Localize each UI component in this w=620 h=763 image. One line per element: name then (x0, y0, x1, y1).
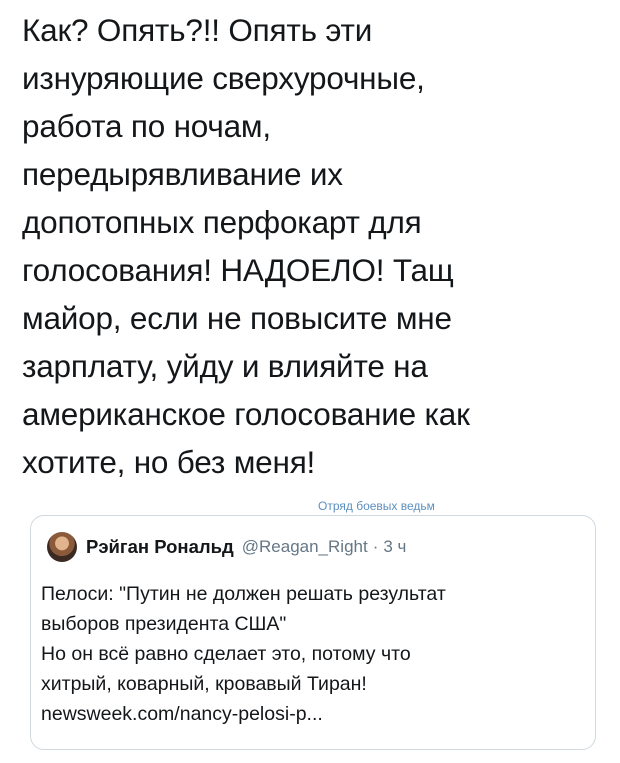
tweet-text-line: допотопных перфокарт для (22, 204, 422, 240)
tweet-text-line: голосования! НАДОЕЛО! Тащ (22, 252, 454, 288)
quoted-tweet-author-row: Рэйган Рональд @Reagan_Right · 3 ч (47, 532, 406, 562)
quoted-tweet-line: хитрый, коварный, кровавый Тиран! (41, 673, 367, 695)
quoted-tweet-line: Но он всё равно сделает это, потому что (41, 643, 411, 665)
tweet-text-line: зарплату, уйду и влияйте на (22, 348, 428, 384)
quoted-tweet-card[interactable]: Рэйган Рональд @Reagan_Right · 3 ч Пелос… (30, 515, 596, 750)
tweet-text-line: передырявливание их (22, 156, 343, 192)
watermark: Отряд боевых ведьм (318, 499, 435, 513)
quoted-tweet-text: Пелоси: "Путин не должен решать результа… (41, 579, 589, 729)
quoted-tweet-link[interactable]: newsweek.com/nancy-pelosi-p... (41, 699, 589, 729)
tweet-text-line: майор, если не повысите мне (22, 300, 452, 336)
avatar[interactable] (47, 532, 77, 562)
author-handle[interactable]: @Reagan_Right (242, 537, 368, 557)
tweet-timestamp[interactable]: 3 ч (383, 537, 406, 557)
author-name[interactable]: Рэйган Рональд (86, 536, 234, 558)
tweet-text-line: изнуряющие сверхурочные, (22, 60, 425, 96)
tweet-text-line: хотите, но без меня! (22, 444, 316, 480)
tweet-text-line: работа по ночам, (22, 108, 271, 144)
tweet-text: Как? Опять?!! Опять эти изнуряющие сверх… (22, 6, 602, 486)
separator-dot: · (372, 537, 379, 556)
quoted-tweet-line: выборов президента США" (41, 613, 287, 635)
tweet-text-line: Как? Опять?!! Опять эти (22, 12, 373, 48)
quoted-tweet-line: Пелоси: "Путин не должен решать результа… (41, 583, 446, 605)
tweet-text-line: американское голосование как (22, 396, 470, 432)
